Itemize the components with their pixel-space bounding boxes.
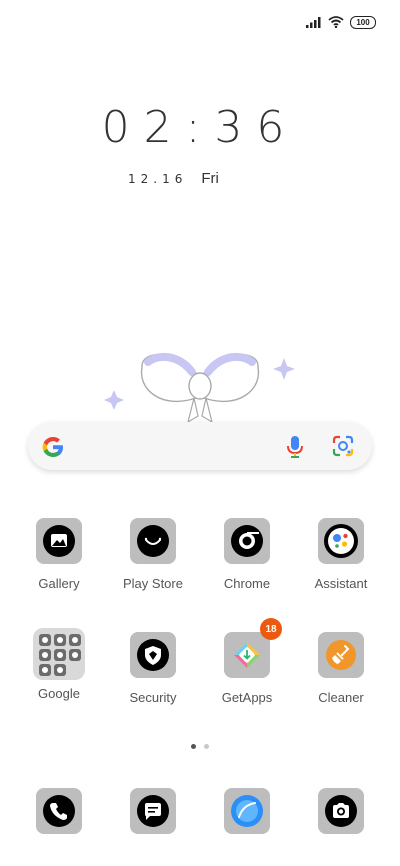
chrome-tile	[224, 518, 270, 564]
mini-app-icon	[69, 634, 81, 646]
microphone-icon[interactable]	[286, 435, 304, 459]
dock-phone[interactable]	[14, 788, 104, 834]
status-bar: 100	[306, 14, 376, 30]
app-security[interactable]: Security	[108, 632, 198, 705]
page-dot-active[interactable]	[191, 744, 196, 749]
phone-tile	[36, 788, 82, 834]
clock-time[interactable]: 02:36	[0, 102, 400, 153]
app-chrome[interactable]: Chrome	[202, 518, 292, 591]
app-getapps[interactable]: 18 GetApps	[202, 618, 292, 705]
image-icon	[43, 525, 75, 557]
wifi-icon	[328, 16, 344, 28]
dock-browser[interactable]	[202, 788, 292, 834]
date-text: 12.16	[128, 172, 188, 186]
message-icon	[137, 795, 169, 827]
app-folder-google[interactable]: Google	[14, 628, 104, 701]
google-lens-icon[interactable]	[332, 435, 354, 457]
mini-app-icon	[39, 634, 51, 646]
app-label: Security	[129, 690, 177, 705]
page-indicator[interactable]	[0, 744, 400, 749]
app-assistant[interactable]: Assistant	[296, 518, 386, 591]
mini-app-icon	[54, 649, 66, 661]
date-row[interactable]: 12.16 Fri	[128, 170, 219, 187]
app-cleaner[interactable]: Cleaner	[296, 632, 386, 705]
app-label: Chrome	[223, 576, 271, 591]
mini-app-icon	[39, 649, 51, 661]
assistant-tile	[318, 518, 364, 564]
mini-app-icon	[54, 664, 66, 676]
weekday-text: Fri	[201, 170, 219, 187]
assistant-dots-icon	[324, 524, 358, 558]
broom-icon	[326, 640, 356, 670]
folder-icon	[33, 628, 85, 680]
google-g-icon	[42, 437, 63, 457]
google-search-bar[interactable]	[28, 422, 372, 470]
browser-icon	[231, 795, 263, 827]
dock-camera[interactable]	[296, 788, 386, 834]
mini-app-icon	[54, 634, 66, 646]
camera-icon	[325, 795, 357, 827]
phone-icon	[43, 795, 75, 827]
chrome-icon	[231, 525, 263, 557]
messages-tile	[130, 788, 176, 834]
shield-icon	[137, 639, 169, 671]
battery-indicator: 100	[350, 15, 376, 29]
getapps-tile: 18	[224, 618, 282, 678]
app-label: Play Store	[123, 576, 183, 591]
mini-app-icon	[69, 649, 81, 661]
browser-tile	[224, 788, 270, 834]
page-dot[interactable]	[204, 744, 209, 749]
app-play-store[interactable]: Play Store	[108, 518, 198, 591]
app-label: GetApps	[221, 690, 273, 705]
notification-badge: 18	[260, 618, 282, 640]
gallery-tile	[36, 518, 82, 564]
app-label: Gallery	[38, 576, 80, 591]
app-gallery[interactable]: Gallery	[14, 518, 104, 591]
play-store-tile	[130, 518, 176, 564]
camera-tile	[318, 788, 364, 834]
bow-wallpaper-decoration	[104, 352, 295, 424]
dock-messages[interactable]	[108, 788, 198, 834]
app-label: Google	[38, 686, 80, 701]
app-label: Cleaner	[318, 690, 364, 705]
security-tile	[130, 632, 176, 678]
mini-app-icon	[39, 664, 51, 676]
cleaner-tile	[318, 632, 364, 678]
smile-bag-icon	[137, 525, 169, 557]
signal-bars-icon	[306, 17, 321, 28]
getapps-icon	[234, 642, 260, 668]
app-label: Assistant	[314, 576, 368, 591]
